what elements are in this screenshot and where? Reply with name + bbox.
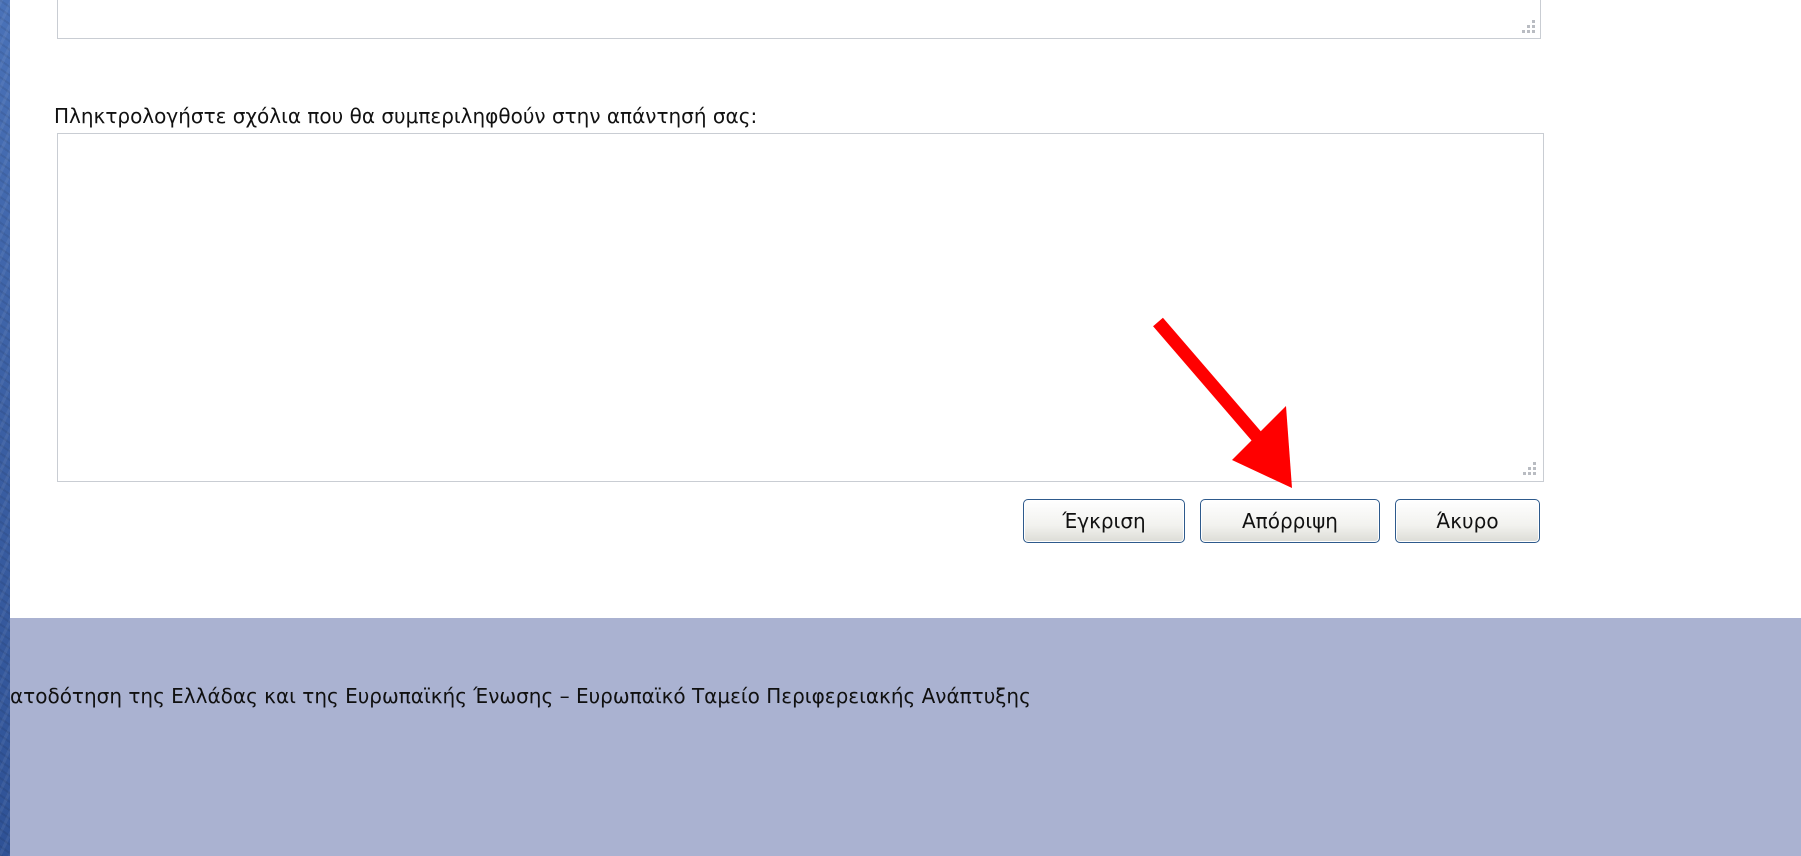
reject-button[interactable]: Απόρριψη [1200,499,1380,543]
footer-text: ατοδότηση της Ελλάδας και της Ευρωπαϊκής… [10,684,1031,708]
previous-textarea[interactable] [57,0,1541,39]
approve-button[interactable]: Έγκριση [1023,499,1185,543]
resize-grip-icon[interactable] [1520,18,1538,36]
cancel-button[interactable]: Άκυρο [1395,499,1540,543]
form-panel: Πληκτρολογήστε σχόλια που θα συμπεριληφθ… [10,0,1801,618]
red-arrow-icon [1153,317,1292,488]
comments-textarea[interactable] [57,133,1544,482]
resize-grip-icon[interactable] [1521,460,1539,478]
comments-label: Πληκτρολογήστε σχόλια που θα συμπεριληφθ… [54,104,758,128]
footer-banner: ατοδότηση της Ελλάδας και της Ευρωπαϊκής… [10,618,1801,856]
